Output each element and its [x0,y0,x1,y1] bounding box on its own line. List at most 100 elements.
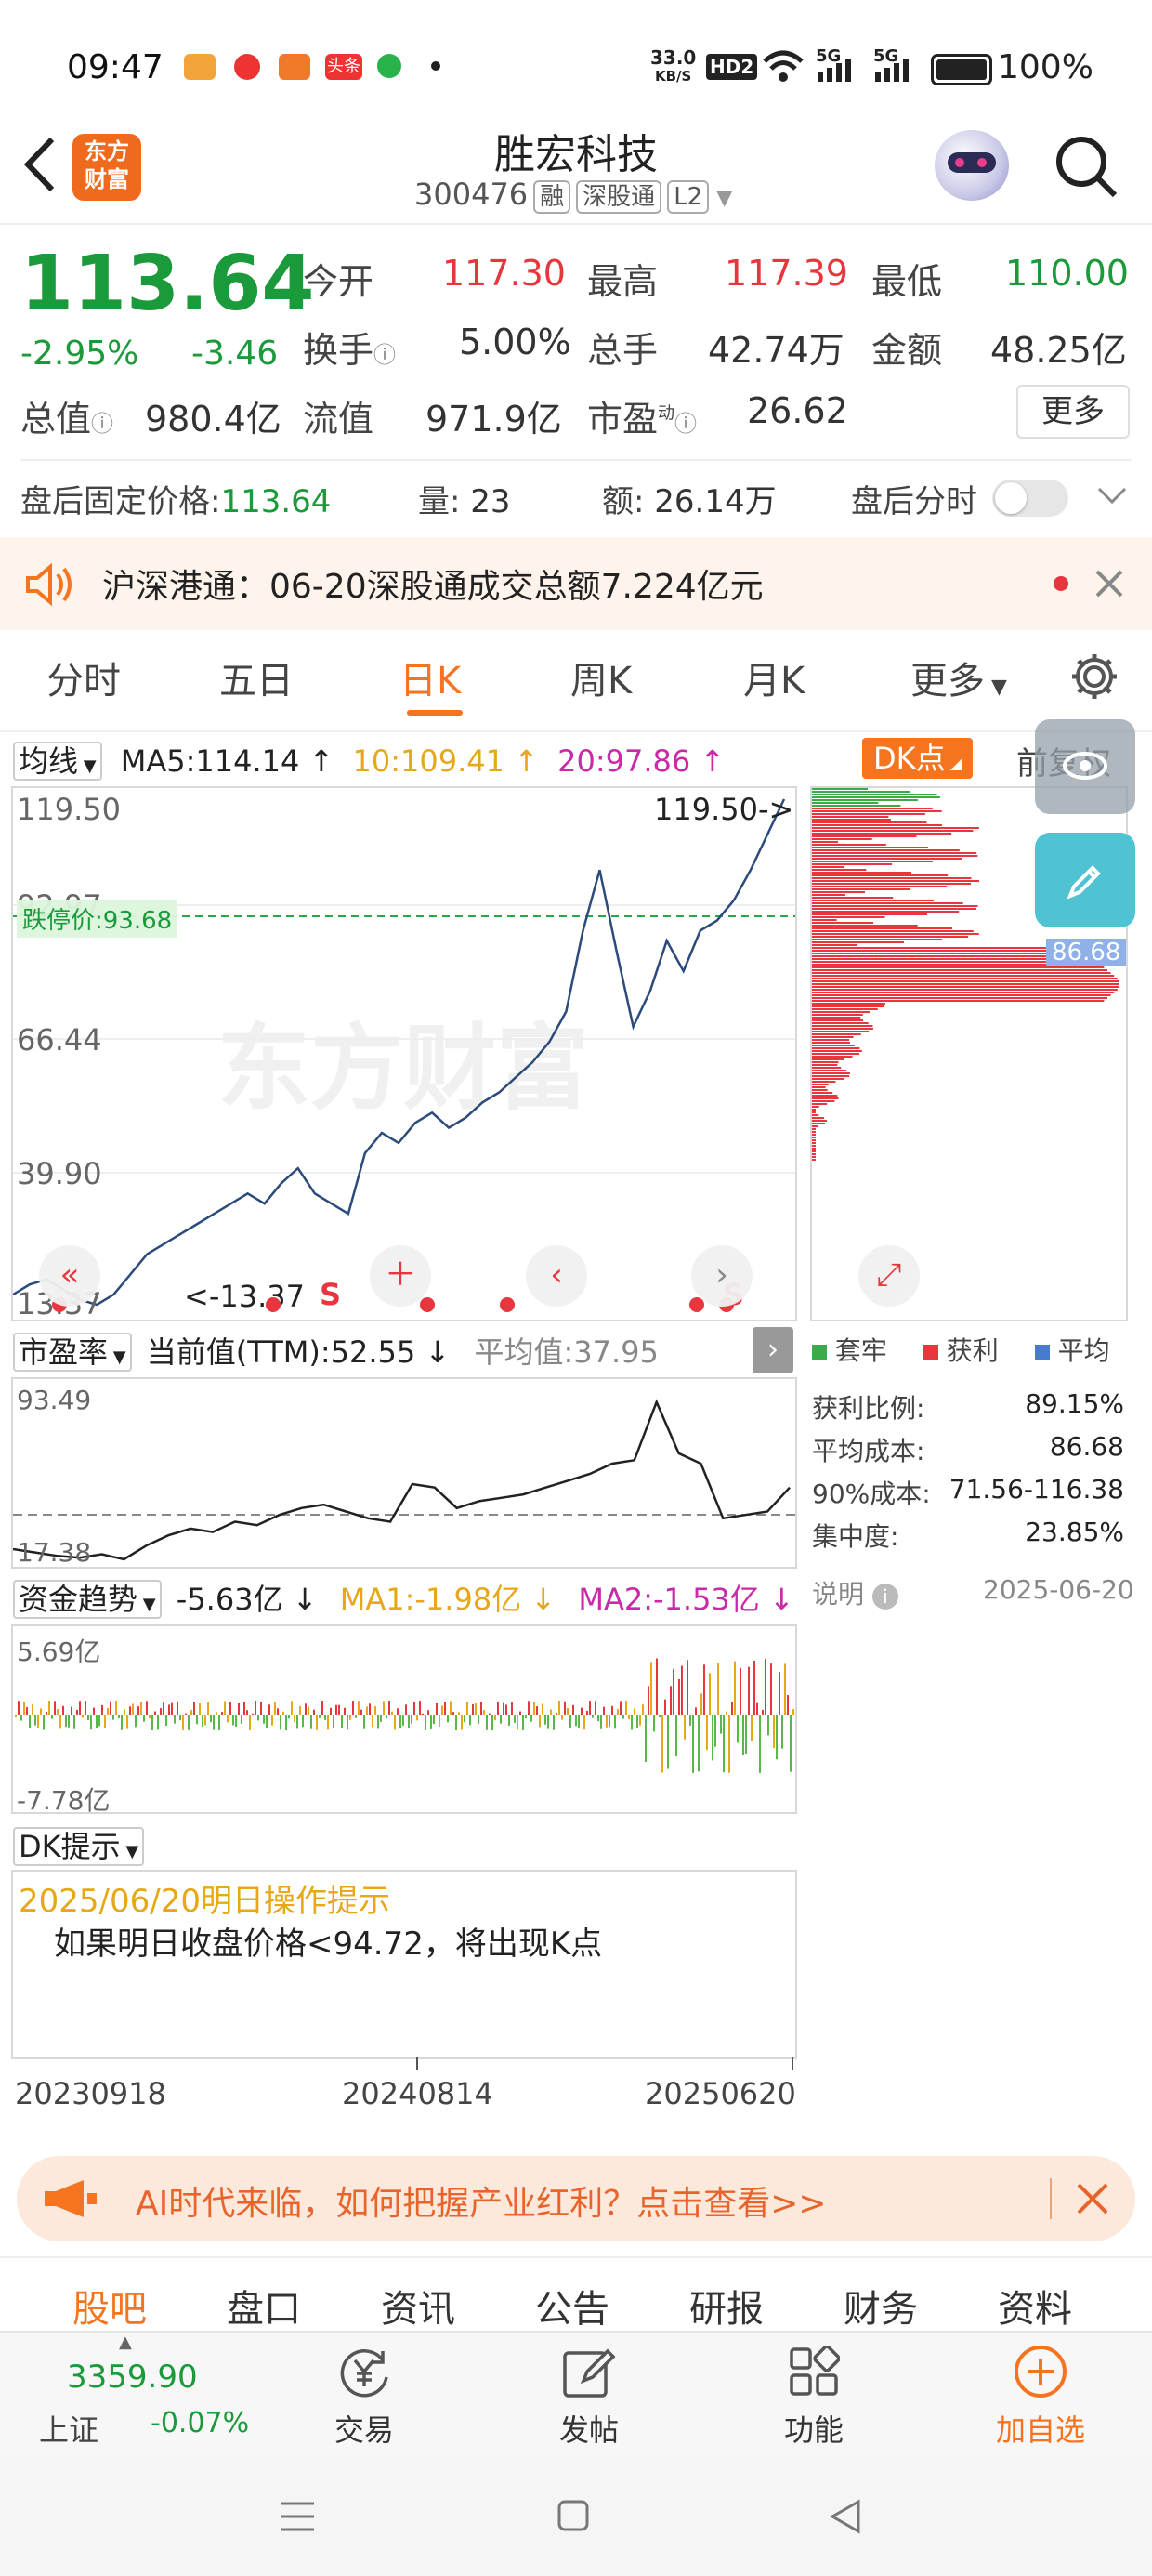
signal-bars-2-icon [875,59,909,82]
info-icon[interactable]: i [871,1584,898,1610]
close-icon[interactable] [1094,569,1124,598]
search-icon[interactable] [1054,134,1120,201]
fund-bar [168,1704,170,1715]
fund-value: -5.63亿 [176,1582,283,1617]
fund-bar [263,1715,265,1724]
fund-bar [137,1706,139,1715]
subtab-orderbook[interactable]: 盘口 [227,2279,301,2333]
dk-point-button[interactable]: DK点 ◢ [862,738,974,779]
concentration-label: 集中度: [812,1521,899,1552]
fund-bar [564,1701,566,1715]
tab-five-day[interactable]: 五日 [219,651,294,704]
more-button[interactable]: 更多 [1016,385,1130,439]
ad-banner[interactable]: AI时代来临，如何把握产业红利？点击查看>> [17,2156,1135,2241]
chip-bar [812,841,839,843]
eye-toggle-button[interactable] [1035,719,1135,814]
subtab-financials[interactable]: 财务 [844,2279,918,2333]
subtab-news[interactable]: 资讯 [381,2279,455,2333]
fund-bar [469,1715,471,1726]
zoom-in-icon[interactable]: ＋ [370,1245,431,1307]
chip-bar [812,913,928,915]
chip-bar [812,819,891,821]
pen-icon [1067,865,1101,900]
kline-svg [13,798,795,1307]
fund-bar [425,1715,426,1730]
info-icon[interactable]: ⓘ [91,411,113,437]
dk-selector[interactable]: DK提示 ▼ [13,1827,145,1866]
trade-button[interactable]: 交易 [290,2407,439,2450]
fund-bar [294,1715,295,1722]
chip-bar [812,1081,836,1083]
subtab-forum[interactable]: 股吧 [72,2279,147,2333]
chevron-down-icon[interactable]: ▼ [716,187,732,210]
chip-bar [812,983,1119,985]
kline-chart[interactable]: 东方财富 119.50 92.97 跌停价:93.68 66.44 39.90 … [11,786,797,1321]
fund-bar [586,1710,588,1715]
post-button[interactable]: 发帖 [515,2407,663,2450]
pe-chart[interactable]: 93.49 17.38 [11,1377,797,1569]
ma-selector[interactable]: 均线 ▼ [13,742,102,781]
fund-bar [419,1701,421,1715]
fund-bar [29,1715,31,1728]
fund-bar [581,1707,583,1715]
robot-assistant-icon[interactable] [935,130,1009,201]
float-label: 流值 [303,399,374,440]
functions-button[interactable]: 功能 [740,2407,888,2450]
home-icon[interactable] [556,2498,593,2535]
close-icon[interactable] [1076,2182,1109,2215]
menu-icon[interactable] [279,2500,316,2533]
info-icon[interactable]: ⓘ [674,411,697,437]
expand-icon[interactable]: ⤢ [858,1245,920,1307]
chevron-down-icon[interactable] [1096,485,1128,507]
subtab-research[interactable]: 研报 [689,2279,764,2333]
tab-intraday[interactable]: 分时 [46,651,121,704]
tab-daily-k[interactable]: 日K [399,651,461,704]
draw-tool-button[interactable] [1035,833,1135,927]
fund-bar [522,1715,524,1730]
add-watchlist-button[interactable]: 加自选 [966,2407,1115,2450]
fund-bar [781,1715,783,1749]
subtab-announcements[interactable]: 公告 [535,2279,609,2333]
pe-selector[interactable]: 市盈率 ▼ [13,1333,132,1372]
chip-bar [812,1075,850,1077]
expand-panel-icon[interactable]: › [753,1327,793,1373]
back-nav-icon[interactable] [827,2498,864,2535]
info-icon[interactable]: ⓘ [373,342,396,368]
chip-bar [812,1005,884,1007]
chip-bar [812,1148,816,1150]
fund-bar [695,1707,697,1715]
chip-bar [812,1103,828,1105]
fund-selector[interactable]: 资金趋势 ▼ [13,1580,162,1619]
ma-legend: 均线 ▼ MA5:114.14 ↑ 10:109.41 ↑ 20:97.86 ↑ [13,738,725,781]
volume-value: 42.74万 [708,330,844,371]
scroll-far-left-icon[interactable]: « [39,1245,100,1307]
fund-bar [792,1709,794,1715]
fund-bar [709,1673,711,1715]
tab-more[interactable]: 更多 ▼ [910,651,1007,704]
weibo-icon [184,54,216,80]
signal-bars-1-icon [818,59,851,82]
index-value[interactable]: 3359.90 [67,2359,198,2396]
fund-chart[interactable]: 5.69亿 -7.78亿 [11,1624,797,1816]
chip-note[interactable]: 说明 i [812,1574,898,1611]
afterhours-toggle[interactable] [992,480,1068,517]
chip-bar [812,1028,873,1030]
pe-label: 市盈动ⓘ [587,399,698,440]
settings-gear-icon[interactable] [1068,651,1120,703]
notice-bar[interactable]: 沪深港通：06-20深股通成交总额7.224亿元 [0,537,1152,630]
chip-bar [812,1150,816,1152]
subtab-profile[interactable]: 资料 [998,2279,1072,2333]
edit-post-icon [563,2348,616,2398]
fund-bar [388,1701,390,1715]
fund-bar [556,1713,557,1715]
fund-bar [26,1707,28,1715]
fund-bar [411,1715,412,1724]
fund-bar [157,1715,159,1730]
fund-bar [622,1715,624,1719]
tab-weekly-k[interactable]: 周K [570,651,632,704]
chip-bar [812,1095,838,1097]
tab-monthly-k[interactable]: 月K [743,651,805,704]
scroll-left-icon[interactable]: ‹ [526,1245,587,1307]
scroll-right-icon[interactable]: › [691,1245,753,1307]
fund-bar [450,1701,452,1715]
